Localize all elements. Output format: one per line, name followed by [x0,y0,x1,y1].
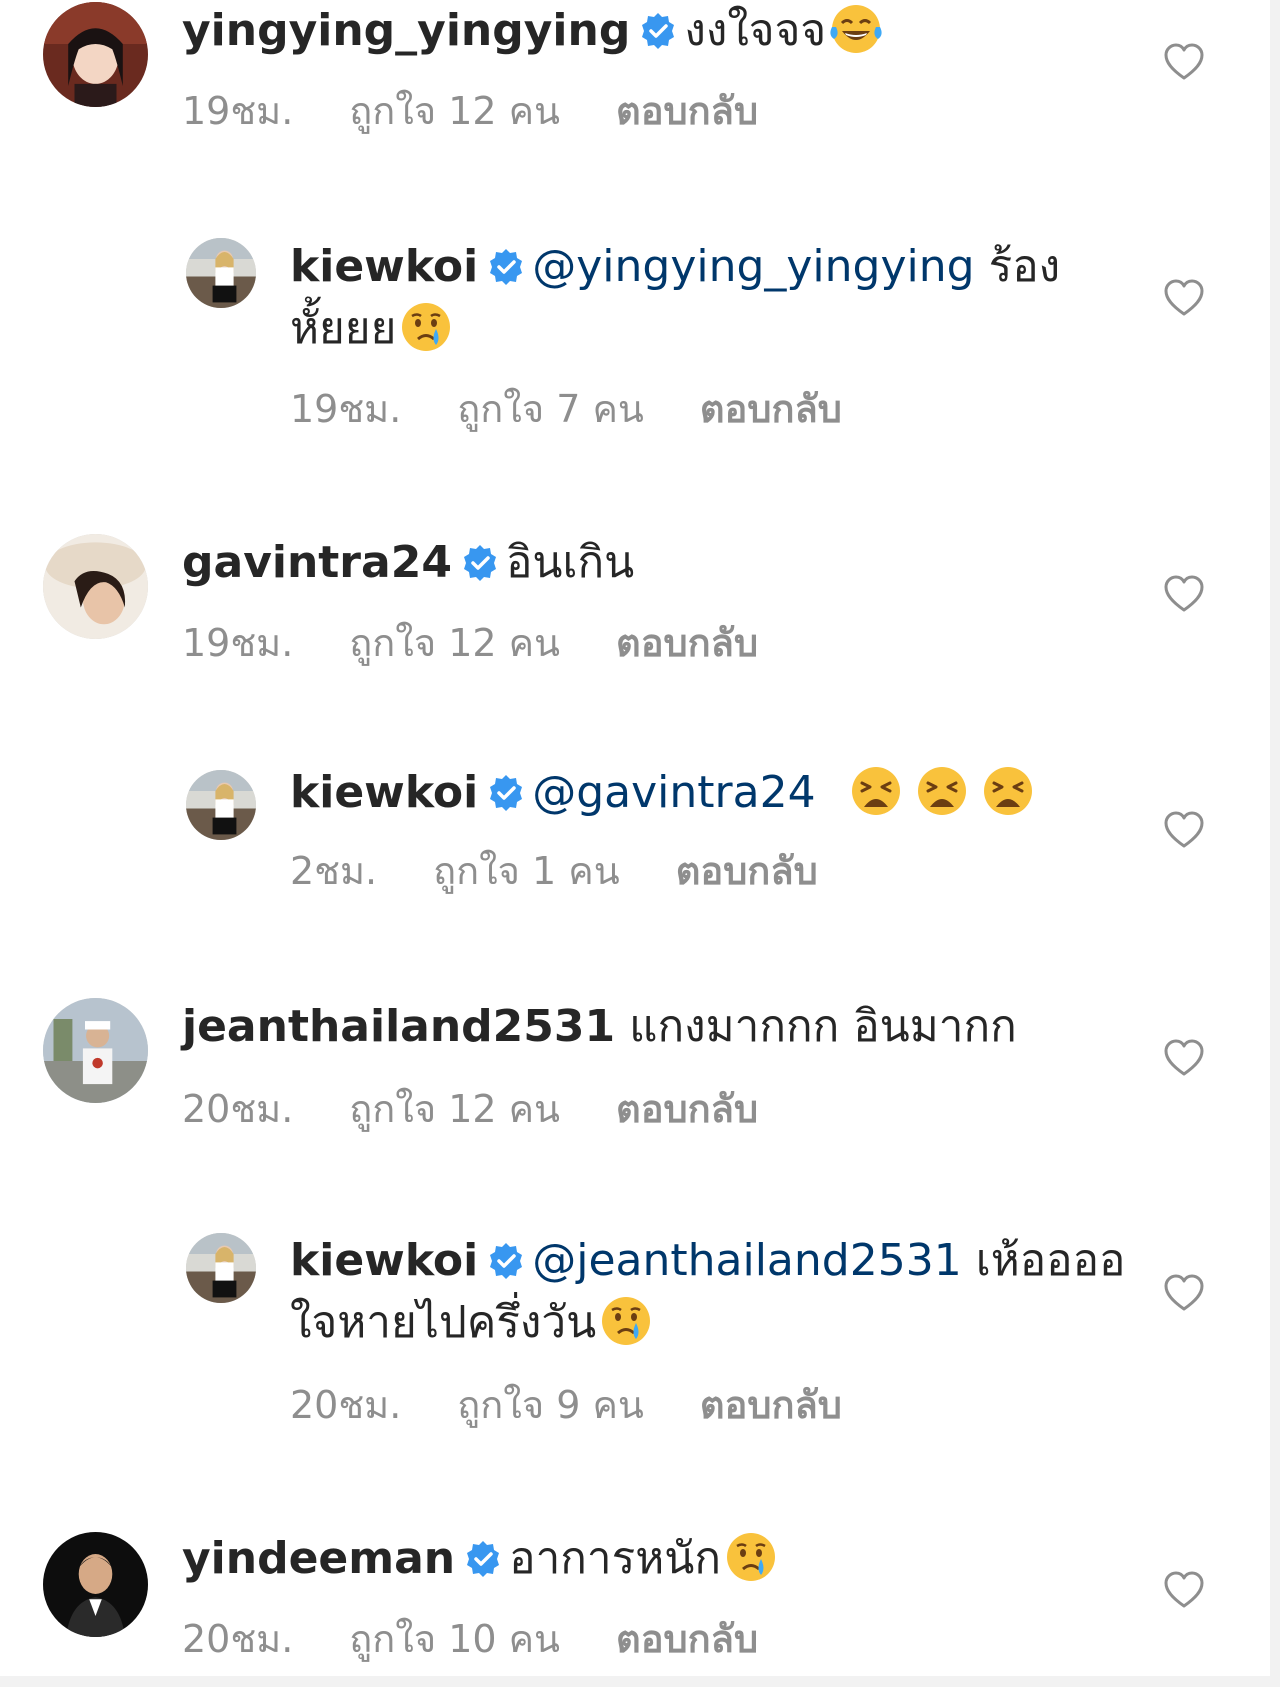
comment-time: 20ชม. [182,1087,294,1131]
avatar[interactable] [43,1532,148,1637]
avatar[interactable] [43,2,148,107]
reply-button[interactable]: ตอบกลับ [676,849,818,893]
comment-text: งงใจจจ [684,5,827,56]
comment-text: เห้ออออ [975,1235,1126,1286]
reply-button[interactable]: ตอบกลับ [616,89,758,133]
weary-emoji-icon [980,763,1036,819]
reply-button[interactable]: ตอบกลับ [700,387,842,431]
comment-time: 2ชม. [290,849,378,893]
heart-icon[interactable] [1163,1273,1205,1313]
avatar-image [43,2,148,107]
comment-username[interactable]: yingying_yingying [182,5,630,56]
avatar-image [186,1233,256,1303]
crying-emoji-icon [398,299,454,355]
heart-icon[interactable] [1163,278,1205,318]
heart-icon[interactable] [1163,1038,1205,1078]
comment-username[interactable]: jeanthailand2531 [182,1001,615,1052]
comment-text-continued: หั้ยยย [290,303,397,354]
reply-button[interactable]: ตอบกลับ [616,621,758,665]
right-edge [1270,0,1280,1687]
comment-likes[interactable]: ถูกใจ 12 คน [349,621,560,665]
reply-button[interactable]: ตอบกลับ [616,1617,758,1661]
comment-username[interactable]: gavintra24 [182,537,452,588]
verified-badge-icon [486,1241,526,1281]
comment-time: 20ชม. [290,1383,402,1427]
comment-time: 20ชม. [182,1617,294,1661]
comment-likes[interactable]: ถูกใจ 1 คน [433,849,620,893]
mention-link[interactable]: @jeanthailand2531 [532,1235,961,1286]
avatar-image [43,998,148,1103]
weary-emoji-icon [848,763,904,819]
avatar-image [43,534,148,639]
avatar[interactable] [43,998,148,1103]
weary-emoji-icon [914,763,970,819]
comment-text: อินเกิน [505,537,635,588]
avatar-image [43,1532,148,1637]
comment-text: ร้อง [988,241,1061,292]
comment-username[interactable]: yindeeman [182,1533,455,1584]
avatar[interactable] [186,1233,256,1303]
avatar[interactable] [186,770,256,840]
comment-likes[interactable]: ถูกใจ 12 คน [349,89,560,133]
crying-emoji-icon [598,1293,654,1349]
mention-link[interactable]: @gavintra24 [532,767,815,818]
comment-likes[interactable]: ถูกใจ 7 คน [457,387,644,431]
mention-link[interactable]: @yingying_yingying [532,241,974,292]
comment-time: 19ชม. [182,621,294,665]
avatar[interactable] [43,534,148,639]
reply-button[interactable]: ตอบกลับ [700,1383,842,1427]
bottom-edge [0,1676,1280,1687]
comment-username[interactable]: kiewkoi [290,241,478,292]
avatar-image [186,238,256,308]
verified-badge-icon [463,1539,503,1579]
avatar-image [186,770,256,840]
verified-badge-icon [638,11,678,51]
laughing-tears-emoji-icon [828,1,884,57]
comment-time: 19ชม. [182,89,294,133]
comment-username[interactable]: kiewkoi [290,1235,478,1286]
avatar[interactable] [186,238,256,308]
comment-likes[interactable]: ถูกใจ 12 คน [349,1087,560,1131]
heart-icon[interactable] [1163,810,1205,850]
reply-button[interactable]: ตอบกลับ [616,1087,758,1131]
heart-icon[interactable] [1163,42,1205,82]
comment-likes[interactable]: ถูกใจ 9 คน [457,1383,644,1427]
verified-badge-icon [486,773,526,813]
comment-time: 19ชม. [290,387,402,431]
comment-text: แกงมากกก อินมากก [629,1001,1017,1052]
crying-emoji-icon [723,1529,779,1585]
comment-text: อาการหนัก [509,1533,721,1584]
comment-username[interactable]: kiewkoi [290,767,478,818]
heart-icon[interactable] [1163,1570,1205,1610]
heart-icon[interactable] [1163,574,1205,614]
comment-text-continued: ใจหายไปครึ่งวัน [290,1297,597,1348]
verified-badge-icon [460,543,500,583]
comment-likes[interactable]: ถูกใจ 10 คน [349,1617,560,1661]
verified-badge-icon [486,247,526,287]
